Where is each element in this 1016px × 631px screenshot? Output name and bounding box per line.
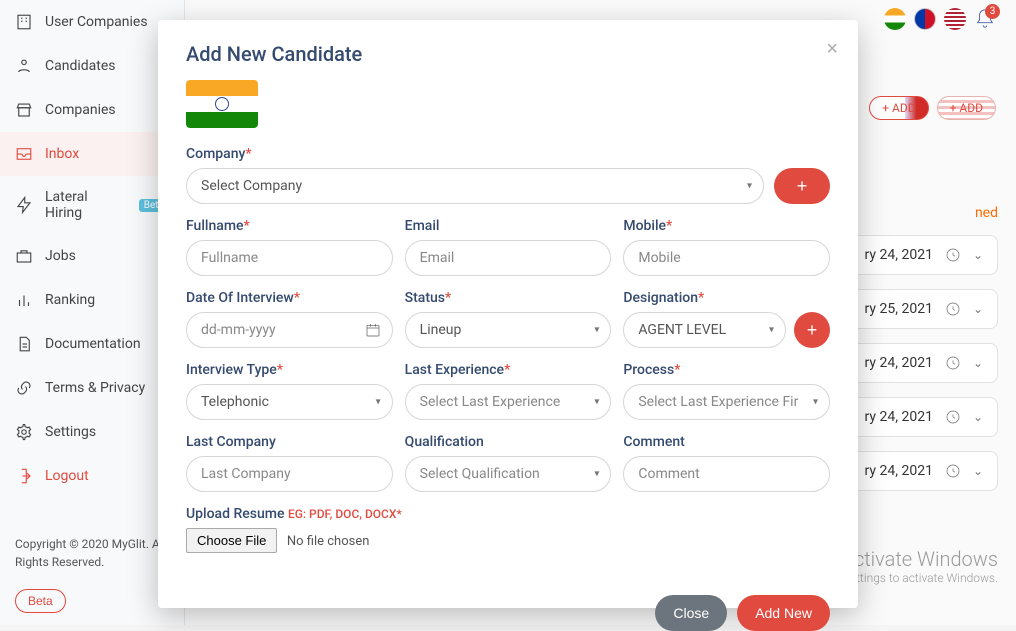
status-select[interactable]: Lineup — [405, 312, 612, 348]
process-label: Process* — [623, 362, 830, 378]
date-input[interactable] — [186, 312, 393, 348]
modal-title: Add New Candidate — [186, 42, 830, 66]
last-company-input[interactable] — [186, 456, 393, 492]
email-label: Email — [405, 218, 612, 234]
upload-label: Upload Resume EG: PDF, DOC, DOCX* — [186, 506, 830, 522]
email-input[interactable] — [405, 240, 612, 276]
qualification-label: Qualification — [405, 434, 612, 450]
company-select[interactable]: Select Company — [186, 168, 764, 204]
interview-type-label: Interview Type* — [186, 362, 393, 378]
designation-select[interactable]: AGENT LEVEL — [623, 312, 786, 348]
choose-file-button[interactable]: Choose File — [186, 528, 277, 553]
last-company-label: Last Company — [186, 434, 393, 450]
last-exp-label: Last Experience* — [405, 362, 612, 378]
last-exp-select[interactable]: Select Last Experience — [405, 384, 612, 420]
comment-label: Comment — [623, 434, 830, 450]
add-company-button[interactable]: + — [774, 168, 830, 204]
add-designation-button[interactable]: + — [794, 312, 830, 348]
designation-label: Designation* — [623, 290, 830, 306]
date-label: Date Of Interview* — [186, 290, 393, 306]
mobile-label: Mobile* — [623, 218, 830, 234]
calendar-icon[interactable] — [365, 322, 381, 338]
status-label: Status* — [405, 290, 612, 306]
close-button[interactable]: Close — [655, 595, 727, 631]
india-flag-icon — [186, 80, 258, 128]
mobile-input[interactable] — [623, 240, 830, 276]
file-status: No file chosen — [287, 534, 370, 549]
qualification-select[interactable]: Select Qualification — [405, 456, 612, 492]
close-icon[interactable]: × — [826, 38, 838, 61]
company-label: Company* — [186, 146, 830, 162]
modal-overlay: Add New Candidate × Company* Select Comp… — [0, 0, 1016, 625]
add-new-button[interactable]: Add New — [737, 595, 830, 631]
interview-type-select[interactable]: Telephonic — [186, 384, 393, 420]
add-candidate-modal: Add New Candidate × Company* Select Comp… — [158, 20, 858, 608]
process-select[interactable]: Select Last Experience First — [623, 384, 830, 420]
fullname-label: Fullname* — [186, 218, 393, 234]
fullname-input[interactable] — [186, 240, 393, 276]
comment-input[interactable] — [623, 456, 830, 492]
